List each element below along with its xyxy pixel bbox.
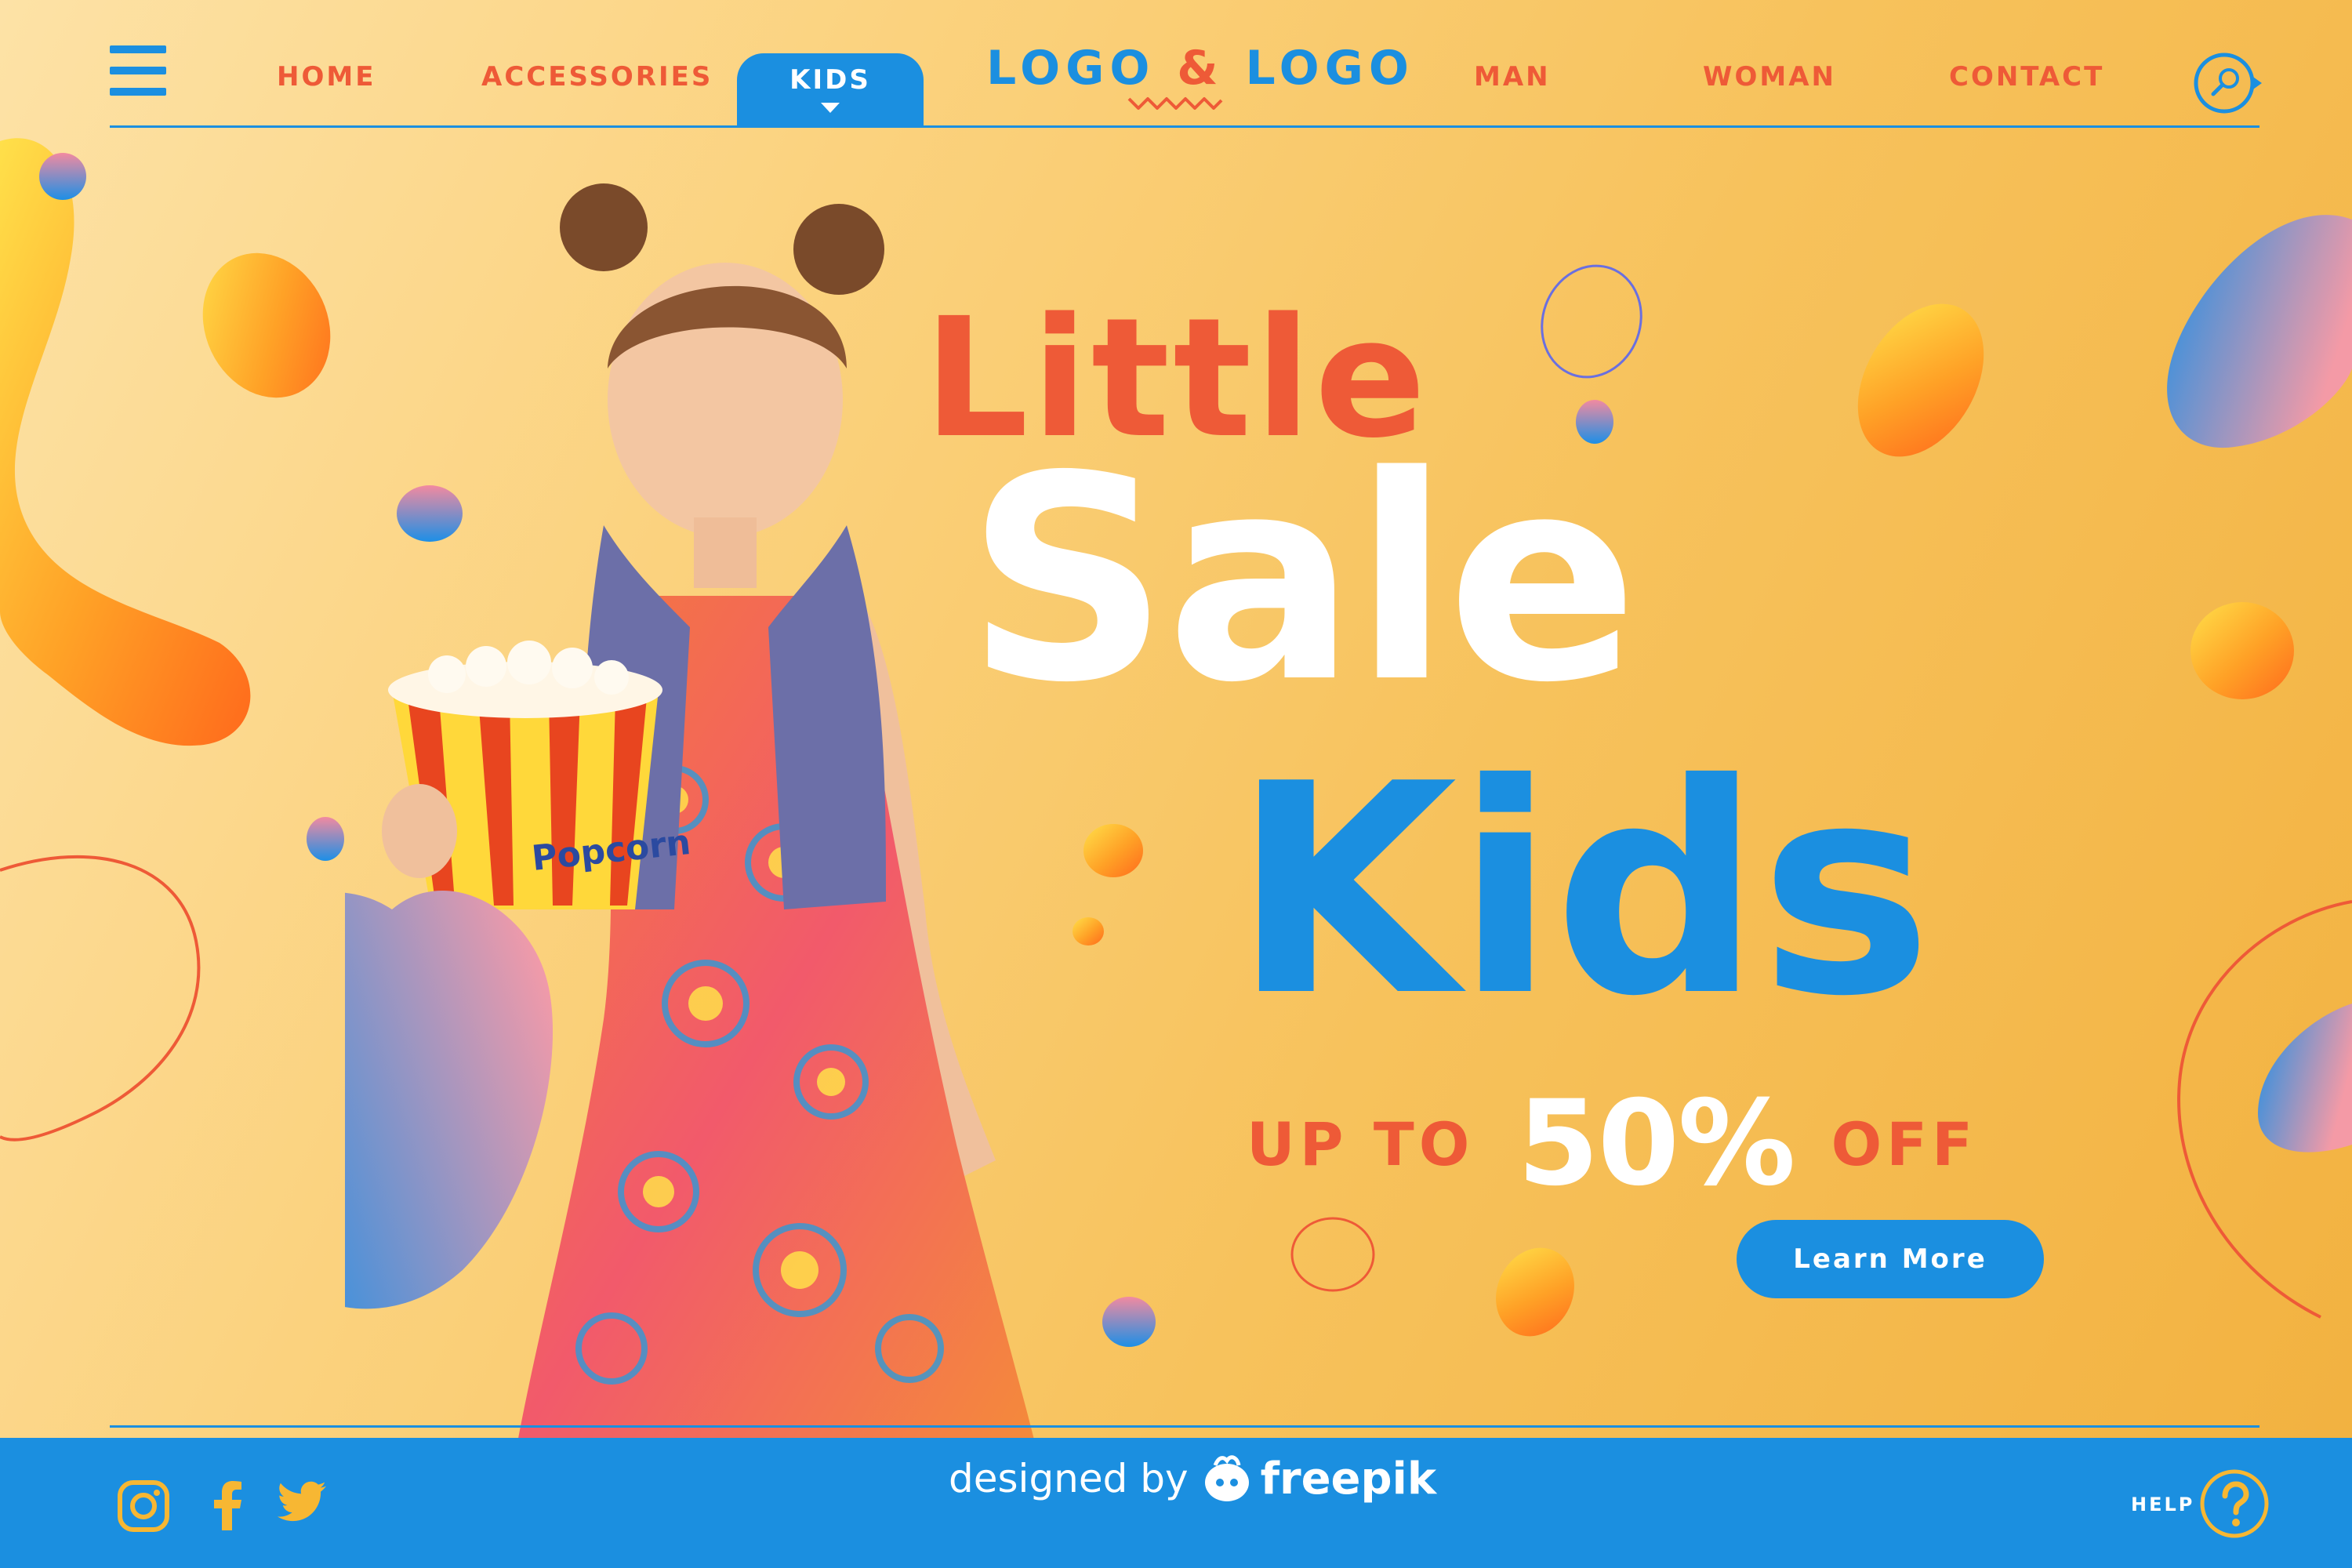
twitter-icon[interactable]: [276, 1479, 331, 1534]
hamburger-icon-line: [110, 88, 166, 96]
credit-brand: freepik: [1260, 1453, 1437, 1504]
nav-man[interactable]: MAN: [1474, 61, 1551, 93]
headline-sale: Sale: [966, 416, 1639, 744]
search-icon[interactable]: [2190, 49, 2265, 124]
facebook-icon[interactable]: [201, 1479, 256, 1534]
instagram-icon[interactable]: [116, 1479, 171, 1534]
logo-text-left: LOGO: [986, 41, 1156, 96]
promo-prefix: UP TO: [1247, 1109, 1475, 1179]
nav-woman[interactable]: WOMAN: [1703, 61, 1836, 93]
learn-more-button[interactable]: Learn More: [1737, 1220, 2044, 1298]
credit-prefix: designed by: [949, 1456, 1189, 1501]
nav-home[interactable]: HOME: [277, 61, 376, 93]
footer-divider: [110, 1425, 2259, 1428]
hamburger-icon-line: [110, 67, 166, 74]
freepik-logo-icon: [1204, 1455, 1249, 1501]
headline-kids: Kids: [1232, 723, 1933, 1060]
designer-credit[interactable]: designed by freepik: [949, 1447, 1436, 1510]
logo-ampersand: &: [1177, 41, 1224, 96]
site-logo[interactable]: LOGO & LOGO: [986, 41, 1409, 96]
help-label: HELP: [2131, 1494, 2195, 1515]
promo-suffix: OFF: [1831, 1109, 1978, 1179]
promo-percentage: 50%: [1517, 1076, 1795, 1212]
discount-promo: UP TO 50% OFF: [1247, 1076, 1978, 1212]
nav-accessories[interactable]: ACCESSORIES: [481, 61, 713, 93]
hamburger-icon: [110, 45, 166, 53]
landing-page: HOME ACCESSORIES KIDS LOGO & LOGO MAN WO…: [0, 0, 2352, 1568]
nav-kids-tab[interactable]: KIDS: [737, 53, 924, 127]
question-icon[interactable]: [2198, 1468, 2270, 1540]
menu-button[interactable]: [110, 45, 166, 96]
chevron-down-icon: [821, 103, 840, 113]
logo-squiggle-icon: [1127, 97, 1223, 110]
nav-kids-label: KIDS: [789, 64, 871, 96]
logo-text-right: LOGO: [1245, 41, 1414, 96]
header-divider: [110, 125, 2259, 128]
nav-contact[interactable]: CONTACT: [1949, 61, 2104, 93]
